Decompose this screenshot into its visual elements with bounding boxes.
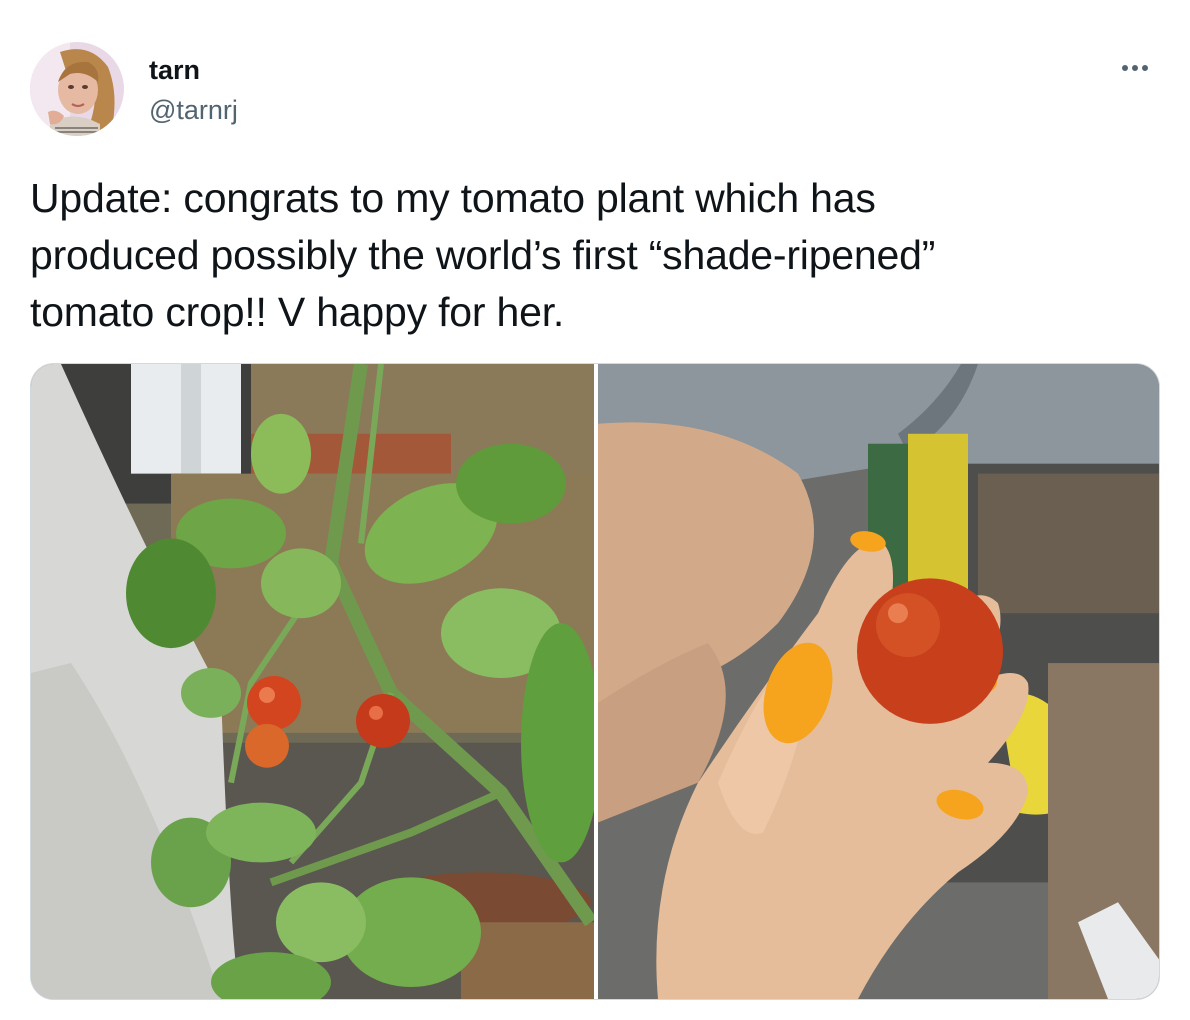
more-options-icon-dot: [1142, 65, 1148, 71]
avatar[interactable]: [30, 42, 124, 136]
more-options-icon: [1122, 65, 1128, 71]
media-grid: [30, 363, 1160, 1000]
user-handle[interactable]: @tarnrj: [149, 94, 238, 126]
profile-photo-icon: [30, 42, 124, 136]
more-options-icon-dot: [1132, 65, 1138, 71]
hand-holding-tomato-photo[interactable]: [598, 364, 1159, 999]
tomato-plant-photo[interactable]: [31, 364, 594, 999]
tweet-text: Update: congrats to my tomato plant whic…: [30, 175, 936, 335]
display-name[interactable]: tarn: [149, 54, 200, 86]
more-options-button[interactable]: [1112, 50, 1158, 86]
